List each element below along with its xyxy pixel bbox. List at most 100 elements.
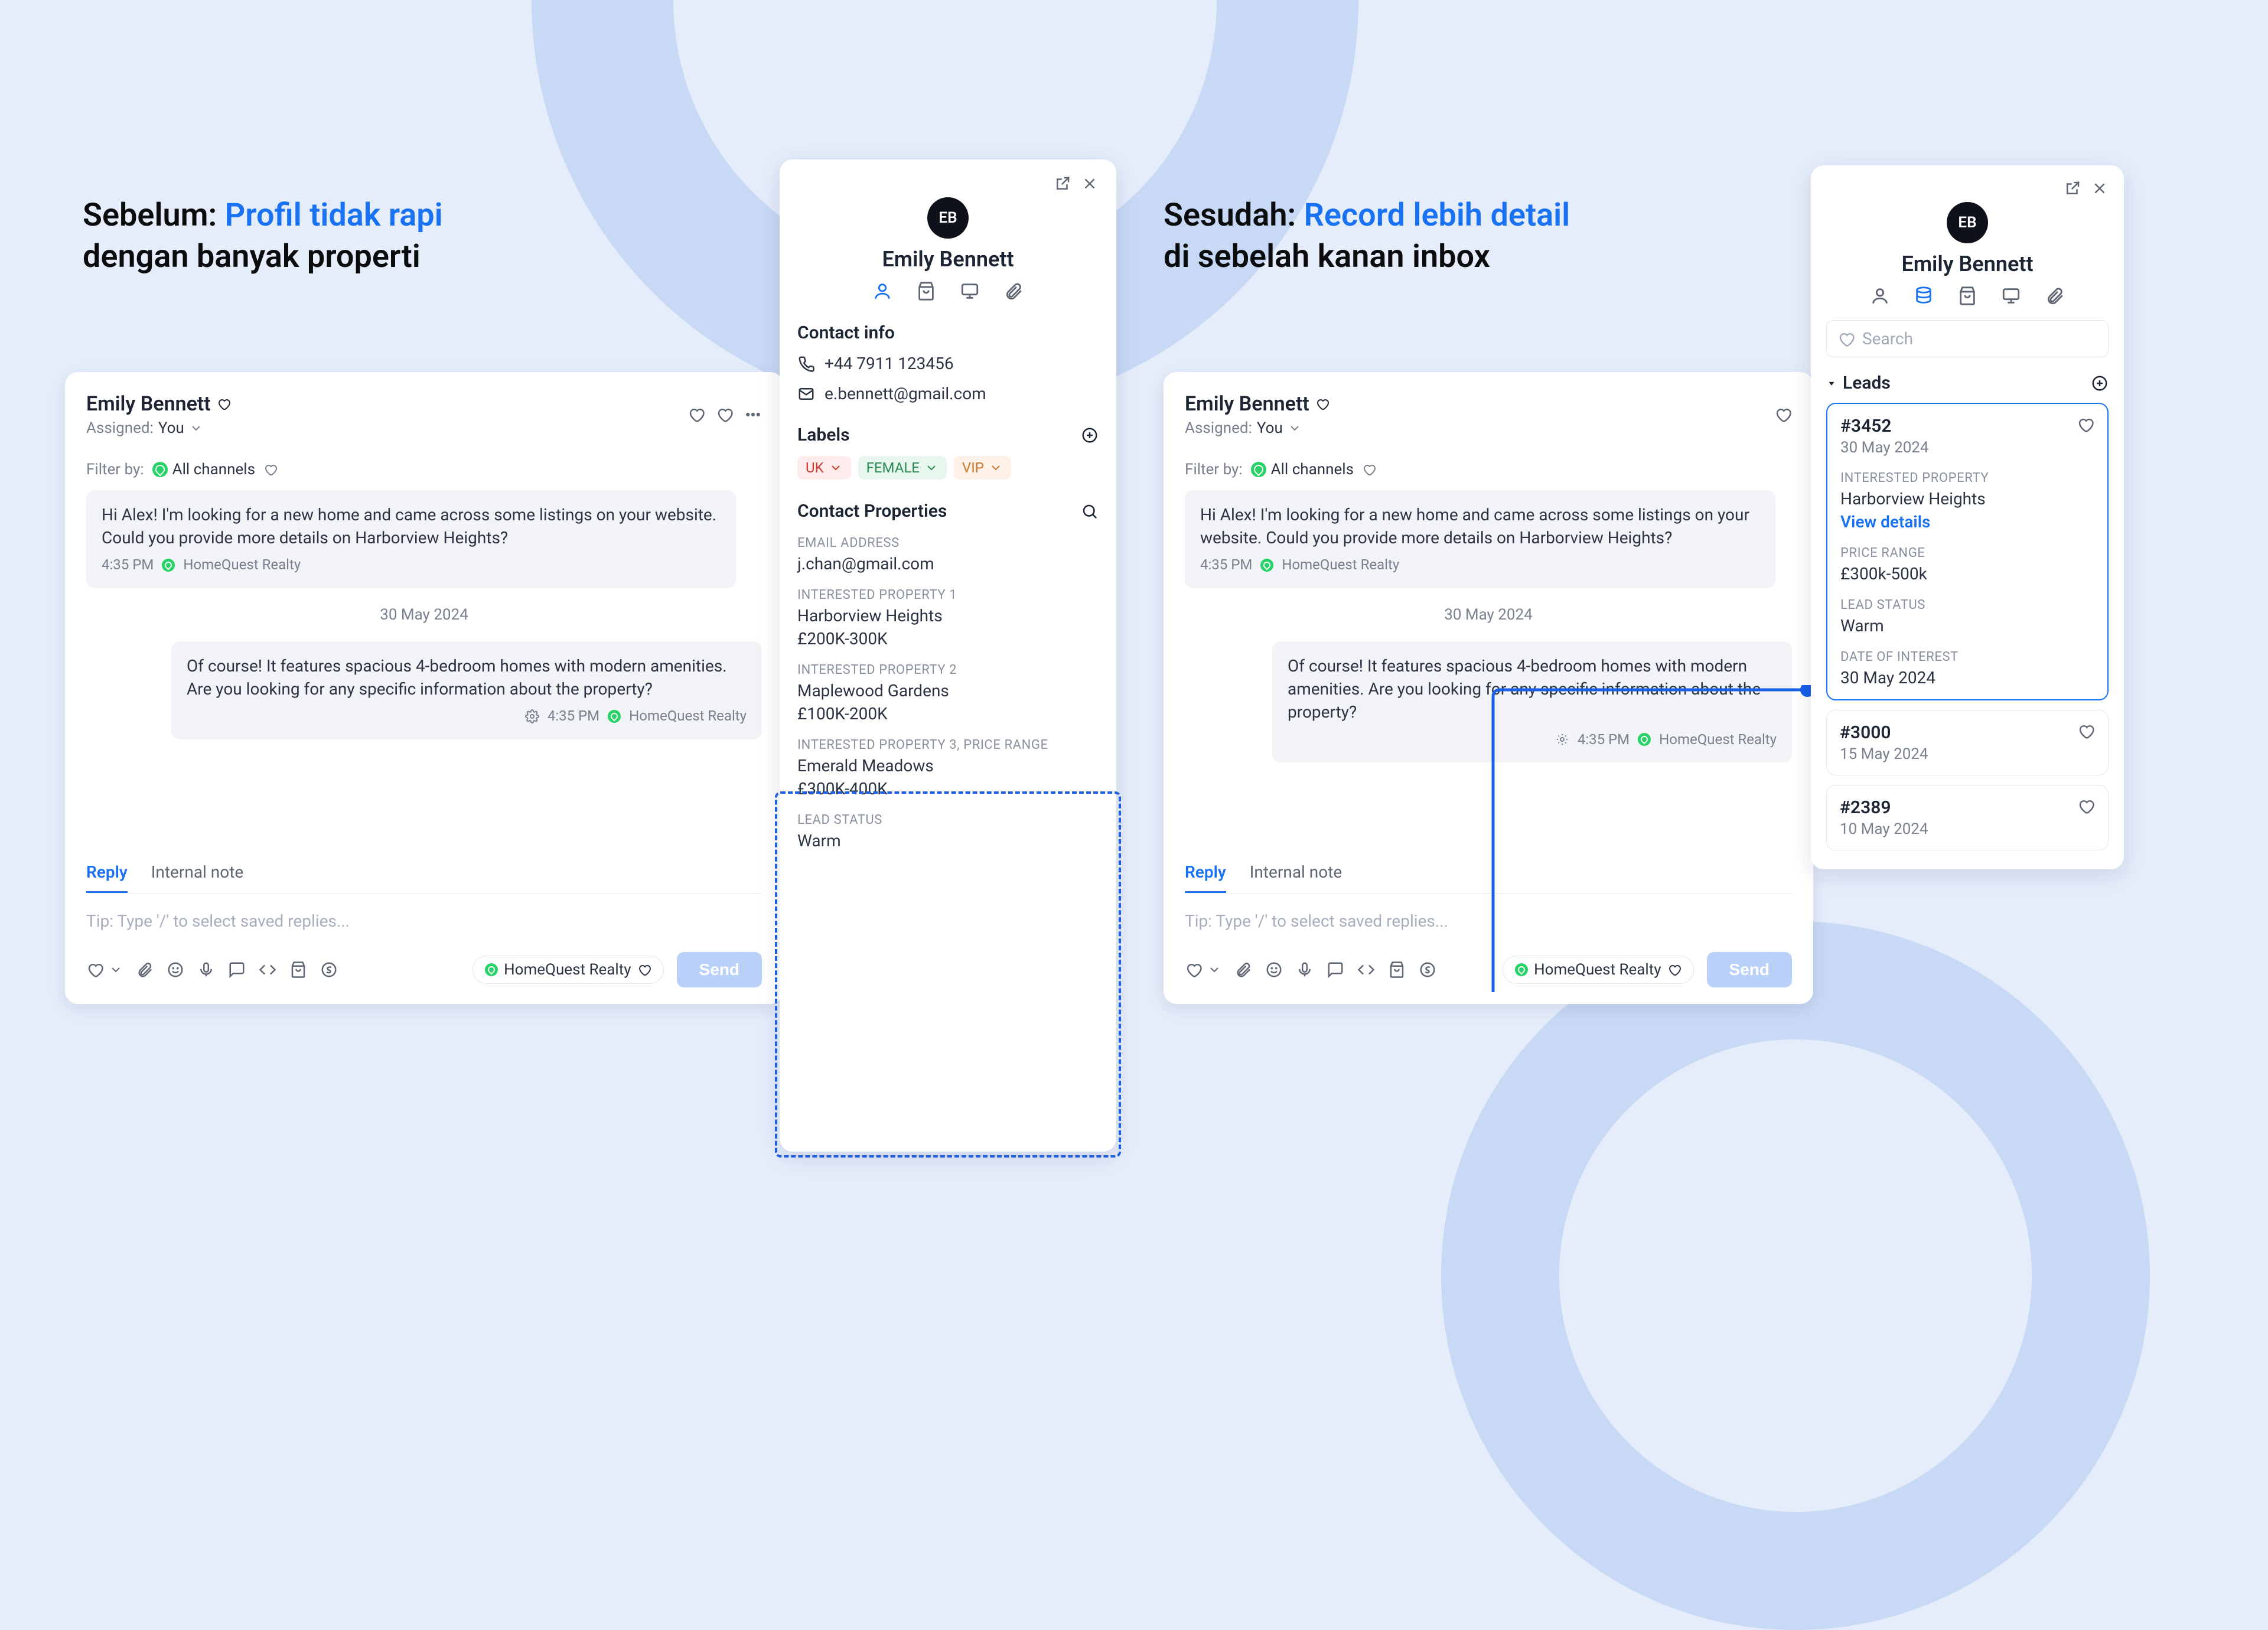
- heart-icon[interactable]: [1315, 397, 1329, 411]
- date-of-interest-label: DATE OF INTEREST: [1840, 650, 2094, 664]
- emoji-icon[interactable]: [1265, 961, 1283, 979]
- shopping-bag-icon[interactable]: [1957, 286, 1977, 306]
- ip3-name: Emerald Meadows: [797, 756, 1099, 775]
- compose-area: Reply Internal note Tip: Type '/' to sel…: [1185, 854, 1792, 987]
- chevron-down-icon[interactable]: [189, 421, 203, 435]
- heart-icon[interactable]: [217, 397, 231, 411]
- add-icon[interactable]: [1081, 426, 1099, 444]
- compose-input[interactable]: Tip: Type '/' to select saved replies...: [1185, 894, 1792, 952]
- label-uk[interactable]: UK: [797, 456, 851, 480]
- more-icon[interactable]: [744, 406, 762, 423]
- attachment-icon[interactable]: [1234, 961, 1252, 979]
- saved-replies-icon[interactable]: [1327, 961, 1344, 979]
- assigned-to[interactable]: You: [1257, 419, 1283, 437]
- snippet-icon[interactable]: [320, 961, 338, 979]
- person-icon[interactable]: [1870, 286, 1890, 306]
- assigned-to[interactable]: You: [158, 419, 184, 437]
- close-icon[interactable]: [1081, 175, 1099, 193]
- email-row: e.bennett@gmail.com: [797, 384, 1099, 403]
- outbound-text: Of course! It features spacious 4-bedroo…: [187, 654, 747, 700]
- send-channel[interactable]: HomeQuest Realty: [472, 956, 663, 984]
- saved-replies-icon[interactable]: [228, 961, 246, 979]
- send-button[interactable]: Send: [677, 952, 762, 987]
- heart-icon[interactable]: [86, 961, 104, 979]
- chevron-down-icon[interactable]: [1288, 421, 1302, 435]
- filter-line: Filter by: All channels: [86, 461, 762, 478]
- shopping-bag-icon[interactable]: [1388, 961, 1406, 979]
- monitor-icon[interactable]: [960, 281, 980, 301]
- chevron-down-icon: [829, 461, 843, 475]
- microphone-icon[interactable]: [197, 961, 215, 979]
- ip2-price: £100K-200K: [797, 704, 1099, 723]
- attachment-icon[interactable]: [1003, 281, 1024, 301]
- attachment-icon[interactable]: [136, 961, 154, 979]
- tab-internal-note[interactable]: Internal note: [1250, 854, 1342, 893]
- heart-icon[interactable]: [2077, 722, 2095, 740]
- compose-input[interactable]: Tip: Type '/' to select saved replies...: [86, 894, 762, 952]
- view-details-link[interactable]: View details: [1840, 512, 1930, 532]
- ip1-label: INTERESTED PROPERTY 1: [797, 588, 1099, 602]
- heart-icon[interactable]: [2077, 797, 2095, 815]
- channels-filter[interactable]: All channels: [1251, 461, 1354, 478]
- send-button[interactable]: Send: [1707, 952, 1792, 987]
- attachment-icon[interactable]: [2045, 286, 2065, 306]
- outbound-message: Of course! It features spacious 4-bedroo…: [1272, 641, 1792, 762]
- email-field-value: j.chan@gmail.com: [797, 554, 1099, 573]
- lead-card-selected[interactable]: #3452 30 May 2024 INTERESTED PROPERTY Ha…: [1826, 403, 2109, 700]
- tab-reply[interactable]: Reply: [1185, 854, 1226, 893]
- database-icon[interactable]: [1914, 286, 1934, 306]
- leads-section-toggle[interactable]: Leads: [1826, 373, 1891, 393]
- chat-header: Emily Bennett Assigned: You: [1185, 392, 1792, 437]
- snippet-icon[interactable]: [1419, 961, 1436, 979]
- search-icon[interactable]: [1081, 503, 1099, 520]
- filter-label: Filter by:: [1185, 461, 1243, 478]
- code-icon[interactable]: [1357, 961, 1375, 979]
- lead-card[interactable]: #3000 15 May 2024: [1826, 710, 2109, 775]
- heart-icon[interactable]: [1362, 462, 1376, 477]
- date-separator: 30 May 2024: [86, 606, 762, 624]
- chevron-down-icon: [989, 461, 1003, 475]
- label-vip[interactable]: VIP: [954, 456, 1011, 480]
- tab-internal-note[interactable]: Internal note: [151, 854, 243, 893]
- close-icon[interactable]: [2091, 180, 2109, 197]
- heart-icon: [1667, 963, 1682, 977]
- open-external-icon[interactable]: [1054, 175, 1071, 193]
- channels-filter[interactable]: All channels: [152, 461, 255, 478]
- chevron-down-icon[interactable]: [109, 963, 123, 977]
- heart-icon[interactable]: [263, 462, 278, 477]
- code-icon[interactable]: [259, 961, 276, 979]
- add-icon[interactable]: [2091, 374, 2109, 392]
- emoji-icon[interactable]: [167, 961, 184, 979]
- inbound-message: Hi Alex! I'm looking for a new home and …: [1185, 490, 1775, 588]
- search-placeholder: Search: [1862, 329, 1913, 348]
- chat-panel-before: Emily Bennett Assigned: You Filter by: A…: [65, 372, 783, 1004]
- microphone-icon[interactable]: [1296, 961, 1314, 979]
- date-of-interest-value: 30 May 2024: [1840, 668, 2094, 687]
- inbound-time: 4:35 PM: [1200, 555, 1252, 575]
- monitor-icon[interactable]: [2001, 286, 2021, 306]
- lead-id: #3000: [1840, 722, 1928, 743]
- heart-icon[interactable]: [1774, 406, 1792, 423]
- tab-reply[interactable]: Reply: [86, 854, 128, 893]
- search-input[interactable]: Search: [1826, 320, 2109, 357]
- leads-label: Leads: [1843, 373, 1891, 393]
- chat-header: Emily Bennett Assigned: You: [86, 392, 762, 437]
- chevron-down-icon[interactable]: [1207, 963, 1221, 977]
- lead-card[interactable]: #2389 10 May 2024: [1826, 785, 2109, 850]
- person-icon[interactable]: [872, 281, 892, 301]
- email-value: e.bennett@gmail.com: [825, 384, 986, 403]
- heart-icon[interactable]: [716, 406, 734, 423]
- avatar: EB: [1947, 202, 1988, 243]
- send-channel[interactable]: HomeQuest Realty: [1503, 956, 1693, 984]
- heart-icon[interactable]: [687, 406, 705, 423]
- shopping-bag-icon[interactable]: [916, 281, 936, 301]
- label-female[interactable]: FEMALE: [858, 456, 947, 480]
- profile-name: Emily Bennett: [1826, 252, 2109, 276]
- lead-id: #2389: [1840, 797, 1928, 818]
- mail-icon: [797, 385, 815, 403]
- whatsapp-icon: [1251, 462, 1266, 477]
- open-external-icon[interactable]: [2064, 180, 2081, 197]
- heart-icon[interactable]: [2077, 416, 2094, 433]
- shopping-bag-icon[interactable]: [289, 961, 307, 979]
- heart-icon[interactable]: [1185, 961, 1203, 979]
